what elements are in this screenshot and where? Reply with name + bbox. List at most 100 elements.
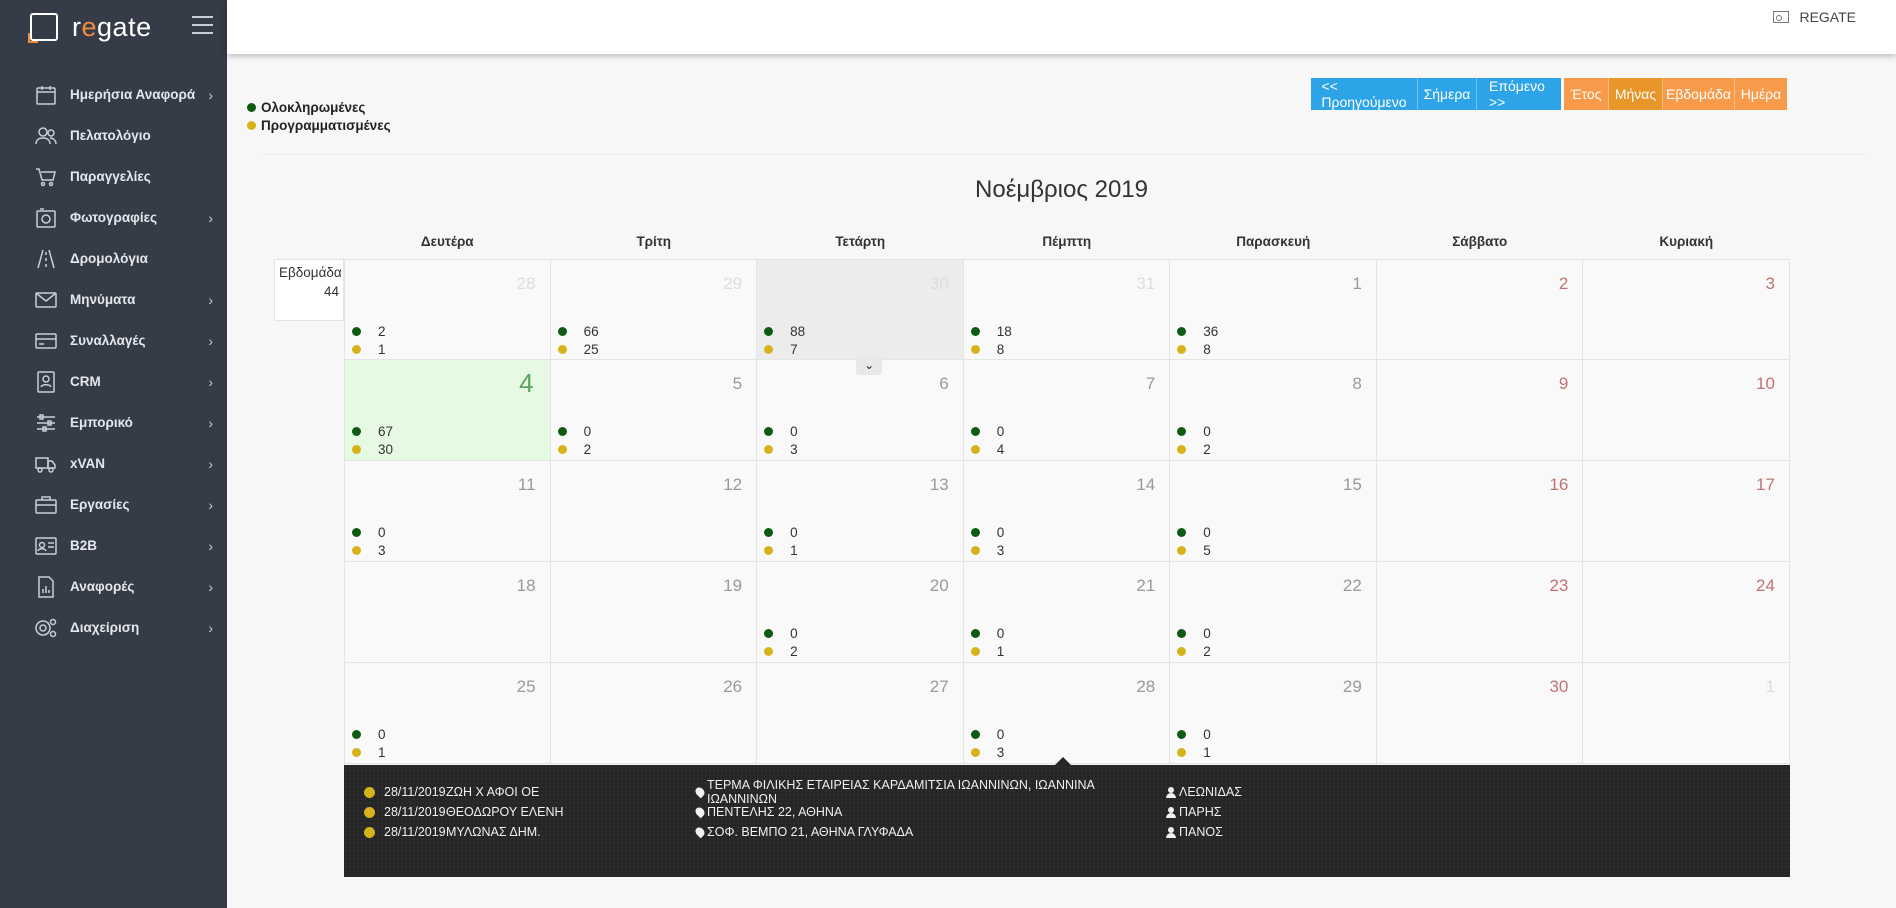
calendar-day-cell[interactable]: 26: [550, 663, 758, 764]
completed-count: 0: [764, 424, 798, 439]
calendar-day-cell[interactable]: 13 0 1: [757, 461, 964, 562]
calendar-day-cell[interactable]: 21 0 1: [963, 562, 1171, 663]
calendar-day-cell[interactable]: 15 0 5: [1170, 461, 1377, 562]
user-menu[interactable]: REGATE: [1773, 9, 1856, 25]
calendar-day-cell[interactable]: 30 88 7 ⌄: [757, 259, 964, 375]
sidebar-item-label: Συναλλαγές: [70, 333, 146, 348]
calendar-day-cell[interactable]: 12: [550, 461, 758, 562]
sidebar-item-12[interactable]: B2B ›: [0, 525, 227, 566]
calendar-day-cell[interactable]: 28 2 1: [344, 259, 551, 360]
sidebar-item-4[interactable]: Φωτογραφίες ›: [0, 197, 227, 238]
hamburger-menu-icon[interactable]: [192, 16, 213, 34]
calendar-day-cell[interactable]: 7 0 4: [963, 360, 1171, 461]
completed-dot-icon: [352, 528, 361, 537]
weekday-label: Τετάρτη: [835, 234, 886, 249]
calendar-day-cell[interactable]: 1: [1583, 663, 1790, 764]
calendar-day-cell[interactable]: 25 0 1: [344, 663, 551, 764]
top-header: REGATE: [227, 0, 1896, 54]
chevron-down-icon[interactable]: ⌄: [856, 355, 883, 375]
completed-count-value: 0: [1203, 626, 1211, 641]
sidebar-item-9[interactable]: Εμπορικό ›: [0, 402, 227, 443]
completed-count: 2: [352, 324, 386, 339]
event-row[interactable]: 28/11/2019 ΘΕΟΔΩΡΟΥ ΕΛΕΝΗ ΠΕΝΤΕΛΗΣ 22, ΑΘΗ…: [364, 802, 1221, 822]
today-button[interactable]: Σήμερα: [1418, 78, 1477, 110]
scheduled-count: 3: [970, 543, 1004, 558]
calendar-day-cell[interactable]: 10: [1583, 360, 1790, 461]
calendar-title: Νοέμβριος 2019: [975, 176, 1148, 203]
calendar-day-cell[interactable]: 5 0 2: [550, 360, 758, 461]
view-week-button[interactable]: Εβδομάδα: [1663, 78, 1735, 110]
completed-dot-icon: [557, 427, 567, 436]
view-year-button[interactable]: Έτος: [1564, 78, 1609, 110]
logo-icon: [28, 13, 58, 43]
calendar-day-cell[interactable]: 22 0 2: [1170, 562, 1377, 663]
weekday-label: Κυριακή: [1659, 234, 1714, 249]
prev-button[interactable]: << Προηγούμενο: [1311, 78, 1418, 110]
calendar-day-cell[interactable]: 27: [757, 663, 964, 764]
sidebar-item-1[interactable]: Ημερήσια Αναφορά ›: [0, 74, 227, 115]
calendar-day-cell[interactable]: 31 18 8: [963, 259, 1171, 360]
sidebar-item-2[interactable]: Πελατολόγιο: [0, 115, 227, 156]
sidebar-item-11[interactable]: Εργασίες ›: [0, 484, 227, 525]
sidebar-item-7[interactable]: Συναλλαγές ›: [0, 320, 227, 361]
calendar-day-cell[interactable]: 1 36 8: [1170, 259, 1377, 360]
sidebar-item-8[interactable]: CRM ›: [0, 361, 227, 402]
completed-count: 0: [970, 727, 1004, 742]
day-number: 3: [1765, 274, 1775, 293]
day-number: 28: [516, 274, 536, 293]
sidebar-item-14[interactable]: Διαχείριση ›: [0, 607, 227, 648]
scheduled-dot-icon: [764, 546, 774, 555]
completed-count: 18: [970, 324, 1012, 339]
calendar-day-cell[interactable]: 19: [550, 562, 758, 663]
calendar-day-cell[interactable]: 11 0 3: [344, 461, 551, 562]
calendar-day-cell[interactable]: 30: [1376, 663, 1584, 764]
week-label-text: Εβδομάδα: [279, 265, 342, 280]
calendar-day-cell[interactable]: 4 67 30: [344, 360, 551, 461]
legend-completed: Ολοκληρωμένες: [247, 98, 391, 116]
event-customer: ΜΥΛΩΝΑΣ ΔΗΜ.: [446, 825, 541, 839]
legend-scheduled-label: Προγραμματισμένες: [261, 117, 391, 133]
event-row[interactable]: 28/11/2019 ΖΩΗ Χ ΑΦΟΙ ΟΕ ΤΕΡΜΑ ΦΙΛΙΚΗΣ ΕΤΑ…: [364, 778, 1242, 806]
calendar-day-cell[interactable]: 18: [344, 562, 551, 663]
view-month-button[interactable]: Μήνας: [1609, 78, 1663, 110]
completed-count-value: 0: [996, 424, 1005, 439]
camera-icon: [34, 206, 58, 230]
logo-text: regate: [72, 11, 152, 42]
completed-dot-icon: [247, 102, 256, 112]
scheduled-dot-icon: [352, 445, 361, 454]
calendar-day-cell[interactable]: 9: [1376, 360, 1584, 461]
sidebar-item-6[interactable]: Μηνύματα ›: [0, 279, 227, 320]
completed-dot-icon: [352, 427, 361, 436]
completed-count-value: 36: [1203, 324, 1219, 339]
completed-count: 0: [1177, 626, 1211, 641]
calendar-week-row: 28 2 1 29 66 25 30 88 7 ⌄ 31 18 8 1 36 8 2 3: [344, 259, 1790, 375]
calendar-day-cell[interactable]: 29 66 25: [550, 259, 758, 360]
calendar-day-cell[interactable]: 8 0 2: [1170, 360, 1377, 461]
calendar-day-cell[interactable]: 3: [1583, 259, 1790, 360]
sidebar-item-10[interactable]: xVAN ›: [0, 443, 227, 484]
calendar-day-cell[interactable]: 2: [1376, 259, 1584, 360]
day-number: 21: [1136, 576, 1156, 595]
calendar-day-cell[interactable]: 24: [1583, 562, 1790, 663]
sidebar-nav: Ημερήσια Αναφορά › Πελατολόγιο Παραγγελίες Φ…: [0, 74, 227, 648]
scheduled-count-value: 1: [378, 342, 386, 357]
day-number: 19: [723, 576, 743, 595]
sidebar-item-5[interactable]: Δρομολόγια: [0, 238, 227, 279]
calendar-day-cell[interactable]: 28 0 3: [963, 663, 1171, 764]
day-number: 30: [1549, 677, 1569, 696]
event-row[interactable]: 28/11/2019 ΜΥΛΩΝΑΣ ΔΗΜ. ΣΟΦ. ΒΕΜΠΟ 21, ΑΘΗ…: [364, 822, 1223, 842]
scheduled-count: 3: [352, 543, 386, 558]
calendar-day-cell[interactable]: 6 0 3: [757, 360, 964, 461]
calendar-day-cell[interactable]: 16: [1376, 461, 1584, 562]
calendar-day-cell[interactable]: 29 0 1: [1170, 663, 1377, 764]
calendar-day-cell[interactable]: 14 0 3: [963, 461, 1171, 562]
calendar-day-cell[interactable]: 17: [1583, 461, 1790, 562]
view-day-button[interactable]: Ημέρα: [1735, 78, 1787, 110]
sidebar-item-3[interactable]: Παραγγελίες: [0, 156, 227, 197]
logo[interactable]: regate: [0, 0, 227, 54]
sidebar-item-13[interactable]: Αναφορές ›: [0, 566, 227, 607]
calendar-day-cell[interactable]: 23: [1376, 562, 1584, 663]
calendar-day-cell[interactable]: 20 0 2: [757, 562, 964, 663]
next-button[interactable]: Επόμενο >>: [1477, 78, 1561, 110]
sidebar-item-label: xVAN: [70, 456, 106, 471]
